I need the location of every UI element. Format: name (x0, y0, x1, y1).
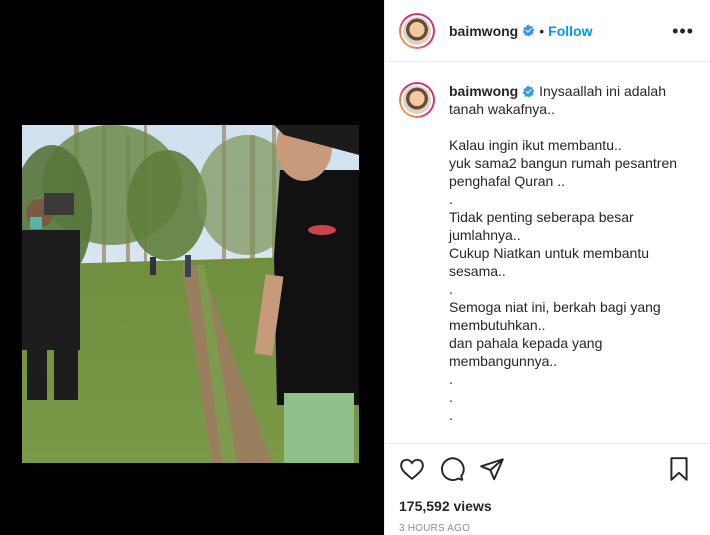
comment-icon[interactable] (439, 456, 465, 482)
caption-line: yuk sama2 bangun rumah pesantren penghaf… (449, 155, 681, 189)
caption-line: baimwong Inysaallah ini adalah tanah wak… (449, 82, 696, 118)
view-count[interactable]: 175,592 views (399, 498, 696, 514)
separator-dot: • (539, 22, 545, 39)
post-caption: baimwong Inysaallah ini adalah tanah wak… (399, 82, 696, 424)
bookmark-icon[interactable] (666, 456, 692, 482)
caption-avatar[interactable] (399, 82, 435, 118)
heart-icon[interactable] (399, 456, 425, 482)
caption-line: . (449, 191, 453, 207)
username-link[interactable]: baimwong (449, 23, 518, 39)
caption-line: . (449, 281, 453, 297)
caption-text: baimwong Inysaallah ini adalah tanah wak… (449, 82, 696, 424)
post-media (0, 0, 384, 535)
post-header: baimwong • Follow ••• (385, 0, 710, 62)
caption-line (449, 118, 696, 136)
post-timestamp[interactable]: 3 HOURS AGO (399, 523, 696, 534)
caption-line: . (449, 371, 453, 387)
video-frame (22, 125, 359, 463)
caption-line: Tidak penting seberapa besar jumlahnya.. (449, 209, 638, 243)
caption-line: dan pahala kepada yang membangunnya.. (449, 335, 607, 369)
post-actions: 175,592 views 3 HOURS AGO (385, 443, 710, 535)
post-sidebar: baimwong • Follow ••• baimwong Inysaalla… (384, 0, 710, 535)
more-options-icon[interactable]: ••• (672, 22, 694, 40)
caption-line: . (449, 407, 453, 423)
share-icon[interactable] (479, 456, 505, 482)
action-bar (399, 456, 696, 482)
caption-line: Cukup Niatkan untuk membantu sesama.. (449, 245, 653, 279)
follow-button[interactable]: Follow (548, 23, 592, 39)
caption-line: . (449, 389, 453, 405)
verified-badge-icon (522, 24, 535, 37)
avatar[interactable] (399, 12, 435, 49)
avatar-image (403, 16, 431, 45)
caption-username-link[interactable]: baimwong (449, 83, 518, 99)
caption-line: Kalau ingin ikut membantu.. (449, 137, 622, 153)
verified-badge-icon (522, 85, 535, 98)
video-player[interactable] (22, 125, 359, 463)
avatar-image (403, 86, 431, 114)
caption-line: Semoga niat ini, berkah bagi yang membut… (449, 299, 665, 333)
